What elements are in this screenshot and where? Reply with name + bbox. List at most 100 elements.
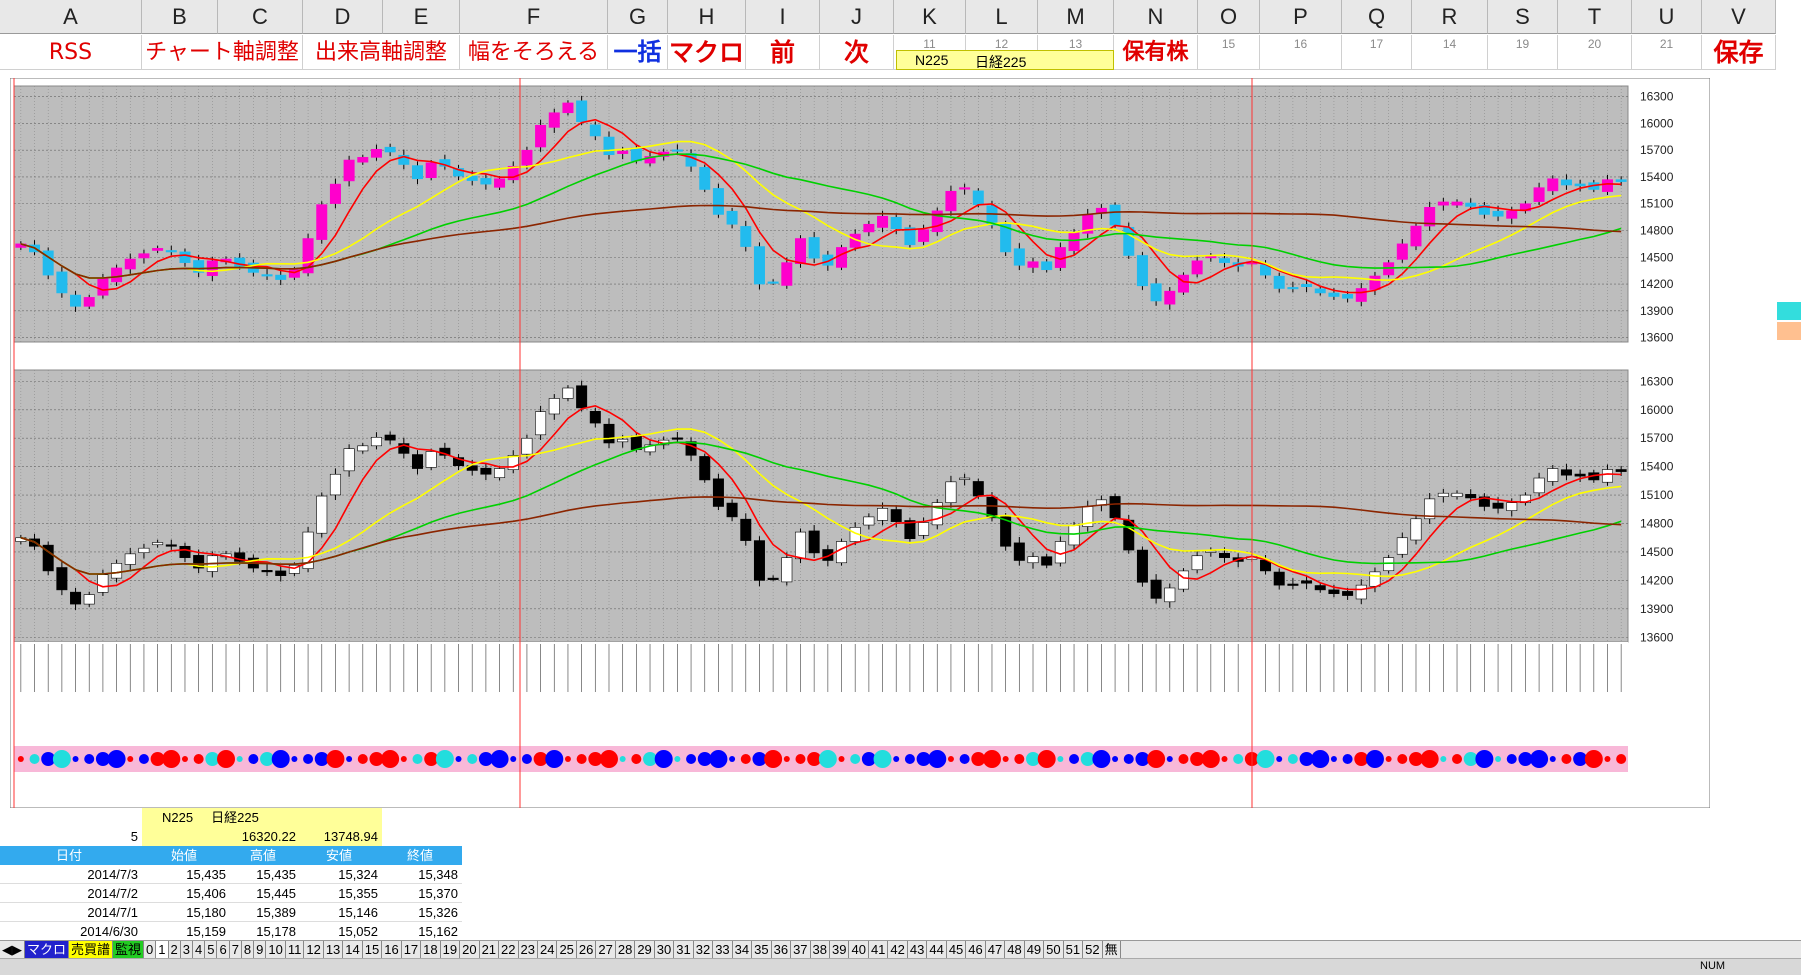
table-cell[interactable]: 15,178 — [230, 922, 300, 941]
sheet-tab[interactable]: 5 — [205, 941, 218, 959]
table-cell[interactable]: 2014/7/1 — [0, 903, 142, 922]
sheet-tab[interactable]: 27 — [596, 941, 616, 959]
sheet-tab[interactable]: 26 — [576, 941, 597, 959]
sheet-tab[interactable]: マクロ — [25, 941, 70, 959]
table-high[interactable]: 16320.22 — [142, 827, 300, 846]
cell-t2[interactable]: 20 — [1558, 35, 1632, 70]
sheet-tab[interactable]: 1 — [156, 941, 169, 959]
chart-axis-button[interactable]: チャート軸調整 — [142, 35, 303, 70]
sheet-tab[interactable]: 14 — [343, 941, 363, 959]
sheet-tab[interactable]: 44 — [927, 941, 947, 959]
sheet-tab[interactable]: 51 — [1063, 941, 1084, 959]
sheet-tab[interactable]: 41 — [868, 941, 889, 959]
table-cell[interactable]: 2014/6/30 — [0, 922, 142, 941]
column-header-m[interactable]: M — [1038, 0, 1114, 34]
selected-stock-box[interactable]: N225 日経225 — [896, 50, 1114, 70]
column-header-l[interactable]: L — [966, 0, 1038, 34]
table-cell[interactable]: 15,146 — [300, 903, 382, 922]
align-width-button[interactable]: 幅をそろえる — [460, 35, 608, 70]
table-cell[interactable]: 15,389 — [230, 903, 300, 922]
sheet-tab[interactable]: 42 — [888, 941, 908, 959]
sheet-tab[interactable]: 13 — [323, 941, 344, 959]
macro-button[interactable]: マクロ — [668, 35, 746, 70]
cell-u2[interactable]: 21 — [1632, 35, 1702, 70]
column-header-n[interactable]: N — [1114, 0, 1198, 34]
table-cell[interactable]: 15,406 — [142, 884, 230, 903]
sheet-tab[interactable]: 28 — [615, 941, 636, 959]
table-cell[interactable]: 15,435 — [142, 865, 230, 884]
sheet-tab[interactable]: 52 — [1083, 941, 1103, 959]
sheet-tab[interactable]: 15 — [362, 941, 383, 959]
sheet-tab[interactable]: 29 — [635, 941, 655, 959]
sheet-tab[interactable]: 37 — [791, 941, 811, 959]
sheet-tab[interactable]: 11 — [285, 941, 305, 959]
save-button[interactable]: 保存 — [1702, 35, 1776, 70]
sheet-tab[interactable]: 39 — [830, 941, 850, 959]
sheet-tab[interactable]: 35 — [752, 941, 772, 959]
column-header-h[interactable]: H — [668, 0, 746, 34]
sheet-tab[interactable]: 7 — [229, 941, 242, 959]
column-header-b[interactable]: B — [142, 0, 218, 34]
sheet-tab[interactable]: 18 — [421, 941, 441, 959]
sheet-tab[interactable]: 36 — [771, 941, 792, 959]
rss-button[interactable]: RSS — [0, 35, 142, 70]
table-count[interactable]: 5 — [0, 827, 142, 846]
sheet-tab[interactable]: 43 — [907, 941, 928, 959]
table-cell[interactable]: 15,052 — [300, 922, 382, 941]
cell-p2[interactable]: 16 — [1260, 35, 1342, 70]
column-header-q[interactable]: Q — [1342, 0, 1412, 34]
sheet-tab[interactable]: 6 — [217, 941, 230, 959]
sheet-tab[interactable]: 24 — [537, 941, 558, 959]
column-header-g[interactable]: G — [608, 0, 668, 34]
sheet-tab[interactable]: 22 — [499, 941, 519, 959]
table-cell[interactable]: 15,162 — [382, 922, 462, 941]
volume-axis-button[interactable]: 出来高軸調整 — [303, 35, 460, 70]
column-header-a[interactable]: A — [0, 0, 142, 34]
sheet-tab[interactable]: 48 — [1005, 941, 1025, 959]
column-header-o[interactable]: O — [1198, 0, 1260, 34]
sheet-tab[interactable]: 38 — [810, 941, 831, 959]
column-header-i[interactable]: I — [746, 0, 820, 34]
sheet-tab[interactable]: 47 — [985, 941, 1006, 959]
sheet-tab[interactable]: 0 — [144, 941, 157, 959]
sheet-tab[interactable]: 50 — [1044, 941, 1064, 959]
sheet-tab[interactable]: 12 — [304, 941, 324, 959]
column-header-v[interactable]: V — [1702, 0, 1776, 34]
sheet-tab[interactable]: 4 — [192, 941, 206, 959]
sheet-tab[interactable]: 31 — [674, 941, 694, 959]
sheet-tab[interactable]: 30 — [654, 941, 675, 959]
sheet-tab[interactable]: 10 — [266, 941, 286, 959]
next-button[interactable]: 次 — [820, 35, 894, 70]
prev-button[interactable]: 前 — [746, 35, 820, 70]
holdings-button[interactable]: 保有株 — [1114, 35, 1198, 70]
column-header-e[interactable]: E — [383, 0, 460, 34]
sheet-tab[interactable]: 監視 — [113, 941, 145, 959]
table-cell[interactable]: 2014/7/3 — [0, 865, 142, 884]
sheet-tab[interactable]: 2 — [168, 941, 181, 959]
table-cell[interactable]: 15,370 — [382, 884, 462, 903]
sheet-tab[interactable]: 23 — [518, 941, 538, 959]
column-header-j[interactable]: J — [820, 0, 894, 34]
sheet-tab[interactable]: 16 — [382, 941, 402, 959]
cell-q2[interactable]: 17 — [1342, 35, 1412, 70]
table-cell[interactable]: 15,355 — [300, 884, 382, 903]
cell-o2[interactable]: 15 — [1198, 35, 1260, 70]
sheet-tab[interactable]: 20 — [460, 941, 480, 959]
sheet-tab[interactable]: 25 — [557, 941, 577, 959]
table-cell[interactable]: 15,348 — [382, 865, 462, 884]
sheet-tab[interactable]: 46 — [966, 941, 986, 959]
column-header-f[interactable]: F — [460, 0, 608, 34]
sheet-tab[interactable]: 49 — [1024, 941, 1045, 959]
column-header-d[interactable]: D — [303, 0, 383, 34]
sheet-tab[interactable]: 34 — [732, 941, 753, 959]
table-cell[interactable]: 2014/7/2 — [0, 884, 142, 903]
column-header-r[interactable]: R — [1412, 0, 1488, 34]
sheet-tab[interactable]: 8 — [241, 941, 255, 959]
table-low[interactable]: 13748.94 — [300, 827, 382, 846]
column-header-p[interactable]: P — [1260, 0, 1342, 34]
batch-button[interactable]: 一括 — [608, 35, 668, 70]
column-header-t[interactable]: T — [1558, 0, 1632, 34]
sheet-tab[interactable]: 3 — [180, 941, 193, 959]
sheet-tab[interactable]: 40 — [849, 941, 869, 959]
sheet-tab[interactable]: 9 — [254, 941, 267, 959]
